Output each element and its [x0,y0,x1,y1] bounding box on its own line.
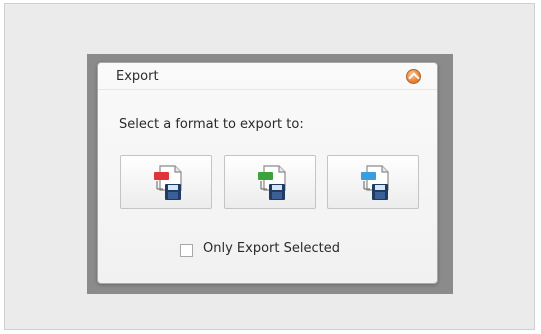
only-export-selected-checkbox[interactable] [180,244,193,257]
csv-export-icon [361,165,389,200]
export-csv-button[interactable] [327,155,419,209]
pdf-export-icon [154,165,182,200]
export-dialog: Export Select a format to export to: Onl… [97,62,438,284]
only-export-selected-label[interactable]: Only Export Selected [203,241,340,256]
export-excel-button[interactable] [224,155,316,209]
dialog-title-bar: Export [98,63,437,90]
collapse-button[interactable] [406,69,421,84]
export-instruction: Select a format to export to: [119,117,304,132]
dialog-title: Export [116,69,159,84]
excel-export-icon [258,165,286,200]
export-pdf-button[interactable] [120,155,212,209]
